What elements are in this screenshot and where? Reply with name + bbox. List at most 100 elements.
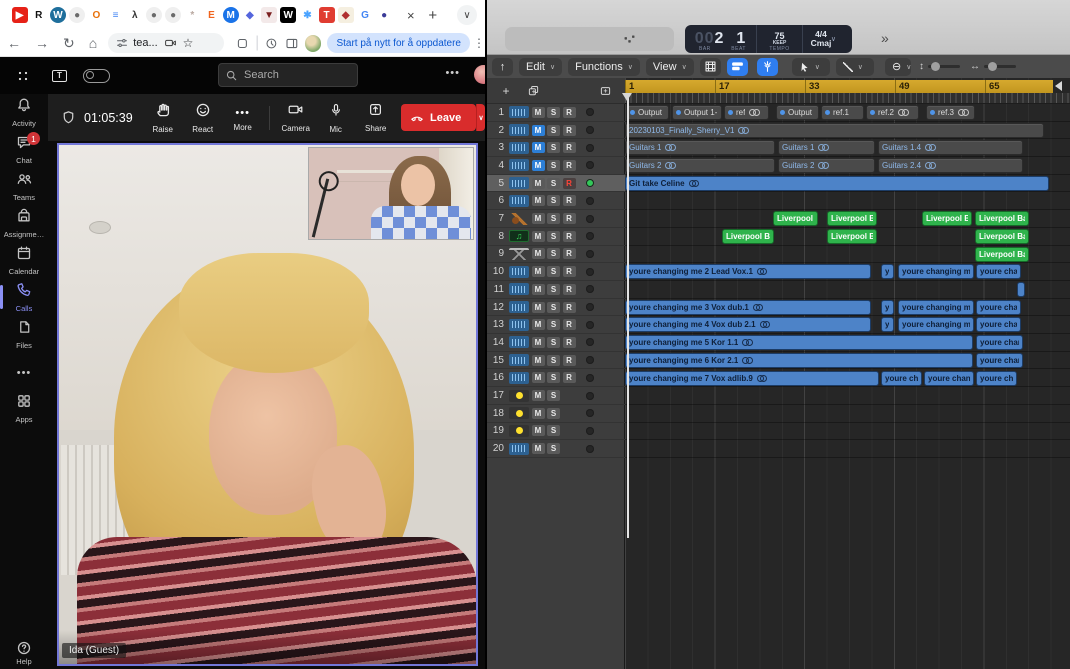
lcd-display[interactable]: 00 2 1 BAR BEAT 75 KEEP TEMPO 4/4 Cmaj ∨: [685, 25, 852, 53]
solo-button[interactable]: S: [547, 408, 560, 419]
track-lane-6[interactable]: [625, 193, 1070, 211]
loop-browser-icon[interactable]: [1055, 32, 1070, 47]
mute-button[interactable]: M: [532, 178, 545, 189]
region[interactable]: youre changing me 4 Vox dub 2.1: [625, 317, 871, 332]
region[interactable]: Liverpool Bas: [975, 211, 1029, 226]
forward-button[interactable]: →: [35, 35, 49, 51]
region[interactable]: youre changing me 2 Lead Vox.1: [625, 264, 871, 279]
region[interactable]: Guitars 2.4: [878, 158, 1023, 173]
track-header-7[interactable]: 7MSR: [487, 210, 625, 228]
region[interactable]: youre changing me: [898, 264, 974, 279]
input-monitor-dot[interactable]: [586, 250, 594, 258]
region[interactable]: Output: [776, 105, 819, 120]
mute-button[interactable]: M: [532, 213, 545, 224]
solo-button[interactable]: S: [547, 425, 560, 436]
side-panel-icon[interactable]: [285, 37, 299, 50]
tab-close-button[interactable]: ×: [400, 4, 422, 26]
input-monitor-dot[interactable]: [586, 144, 594, 152]
track-header-1[interactable]: 1MSR: [487, 104, 625, 122]
region[interactable]: youre changing me 6 Kor 2.1: [625, 353, 973, 368]
input-monitor-dot[interactable]: [586, 409, 594, 417]
mute-button[interactable]: M: [532, 284, 545, 295]
solo-button[interactable]: S: [547, 355, 560, 366]
solo-button[interactable]: S: [547, 213, 560, 224]
input-monitor-dot[interactable]: [586, 338, 594, 346]
pencil-tool-button[interactable]: ∨: [836, 58, 874, 76]
region[interactable]: y: [881, 317, 894, 332]
track-header-18[interactable]: 18MS: [487, 405, 625, 423]
region[interactable]: Liverpool Ba: [827, 211, 877, 226]
mute-button[interactable]: M: [532, 337, 545, 348]
mute-button[interactable]: M: [532, 372, 545, 383]
solo-button[interactable]: S: [547, 160, 560, 171]
sidebar-item-chat[interactable]: Chat1: [0, 131, 48, 168]
sidebar-item-apps[interactable]: Apps: [0, 390, 48, 427]
solo-button[interactable]: S: [547, 319, 560, 330]
mute-button[interactable]: M: [532, 443, 545, 454]
region[interactable]: Output 1-: [672, 105, 722, 120]
record-enable-button[interactable]: R: [563, 213, 576, 224]
sidebar-item-files[interactable]: Files: [0, 316, 48, 353]
region[interactable]: [1017, 282, 1025, 297]
mute-button[interactable]: M: [532, 266, 545, 277]
duplicate-track-button[interactable]: [523, 82, 543, 99]
solo-button[interactable]: S: [547, 266, 560, 277]
record-enable-button[interactable]: R: [563, 160, 576, 171]
region[interactable]: 20230103_Finally_Sherry_V1: [625, 123, 1044, 138]
record-enable-button[interactable]: R: [563, 319, 576, 330]
input-monitor-dot[interactable]: [586, 303, 594, 311]
solo-button[interactable]: S: [547, 302, 560, 313]
grid-view-button[interactable]: [700, 58, 721, 76]
track-header-19[interactable]: 19MS: [487, 423, 625, 441]
app-launcher-icon[interactable]: [16, 69, 30, 83]
address-bar[interactable]: tea... ☆: [108, 33, 224, 53]
record-enable-button[interactable]: R: [563, 355, 576, 366]
sidebar-item-calendar[interactable]: Calendar: [0, 242, 48, 279]
toolbar-overflow-chevrons[interactable]: »: [881, 30, 889, 46]
inspector-info-icon[interactable]: [543, 32, 558, 47]
region[interactable]: Guitars 2: [778, 158, 875, 173]
playhead[interactable]: [627, 93, 629, 538]
back-button[interactable]: ←: [7, 35, 21, 51]
track-header-15[interactable]: 15MSR: [487, 352, 625, 370]
browser-tab[interactable]: ◆: [338, 7, 354, 23]
smart-controls-icon[interactable]: [593, 32, 608, 47]
snap-menu[interactable]: ⊖∨: [885, 58, 911, 76]
teams-view-toggle[interactable]: [83, 69, 110, 83]
mute-button[interactable]: M: [532, 231, 545, 242]
region[interactable]: Guitars 1.4: [878, 140, 1023, 155]
region[interactable]: Liverpool Ba: [827, 229, 877, 244]
region[interactable]: ref.1: [821, 105, 864, 120]
region[interactable]: Guitars 1: [778, 140, 875, 155]
region[interactable]: Git take Celine: [625, 176, 1049, 191]
mixer-icon[interactable]: [622, 32, 637, 47]
region[interactable]: ref: [724, 105, 769, 120]
track-lane-7[interactable]: LiverpoolLiverpool BaLiverpool BaLiverpo…: [625, 210, 1070, 228]
region[interactable]: y: [881, 300, 894, 315]
teams-more-options[interactable]: •••: [445, 67, 460, 79]
track-lane-11[interactable]: [625, 281, 1070, 299]
video-stage[interactable]: Ida (Guest): [57, 143, 478, 666]
solo-button[interactable]: S: [547, 248, 560, 259]
media-browser-icon[interactable]: [513, 32, 529, 47]
record-enable-button[interactable]: R: [563, 195, 576, 206]
solo-button[interactable]: S: [547, 443, 560, 454]
track-lane-3[interactable]: Guitars 1Guitars 1Guitars 1.4: [625, 139, 1070, 157]
mute-button[interactable]: M: [532, 425, 545, 436]
browser-menu-kebab[interactable]: ⋮: [473, 36, 485, 50]
mute-button[interactable]: M: [532, 390, 545, 401]
region[interactable]: youre chan: [976, 264, 1021, 279]
track-header-2[interactable]: 2MSR: [487, 122, 625, 140]
track-lane-10[interactable]: youre changing me 2 Lead Vox.1yyoure cha…: [625, 263, 1070, 281]
region[interactable]: ref.2: [866, 105, 919, 120]
mute-button[interactable]: M: [532, 248, 545, 259]
tab-camera-icon[interactable]: [164, 37, 177, 49]
browser-tab[interactable]: ◆: [242, 7, 258, 23]
track-lane-13[interactable]: youre changing me 4 Vox dub 2.1yyoure ch…: [625, 316, 1070, 334]
track-lane-8[interactable]: Liverpool BaLiverpool BaLiverpool Bas: [625, 228, 1070, 246]
track-lane-16[interactable]: youre changing me 7 Vox adlib.9youre cha…: [625, 370, 1070, 388]
region[interactable]: youre changing me 3 Vox dub.1: [625, 300, 871, 315]
input-monitor-dot[interactable]: [586, 197, 594, 205]
raise-button[interactable]: Raise: [144, 102, 182, 134]
teams-search-bar[interactable]: Search: [218, 63, 358, 87]
